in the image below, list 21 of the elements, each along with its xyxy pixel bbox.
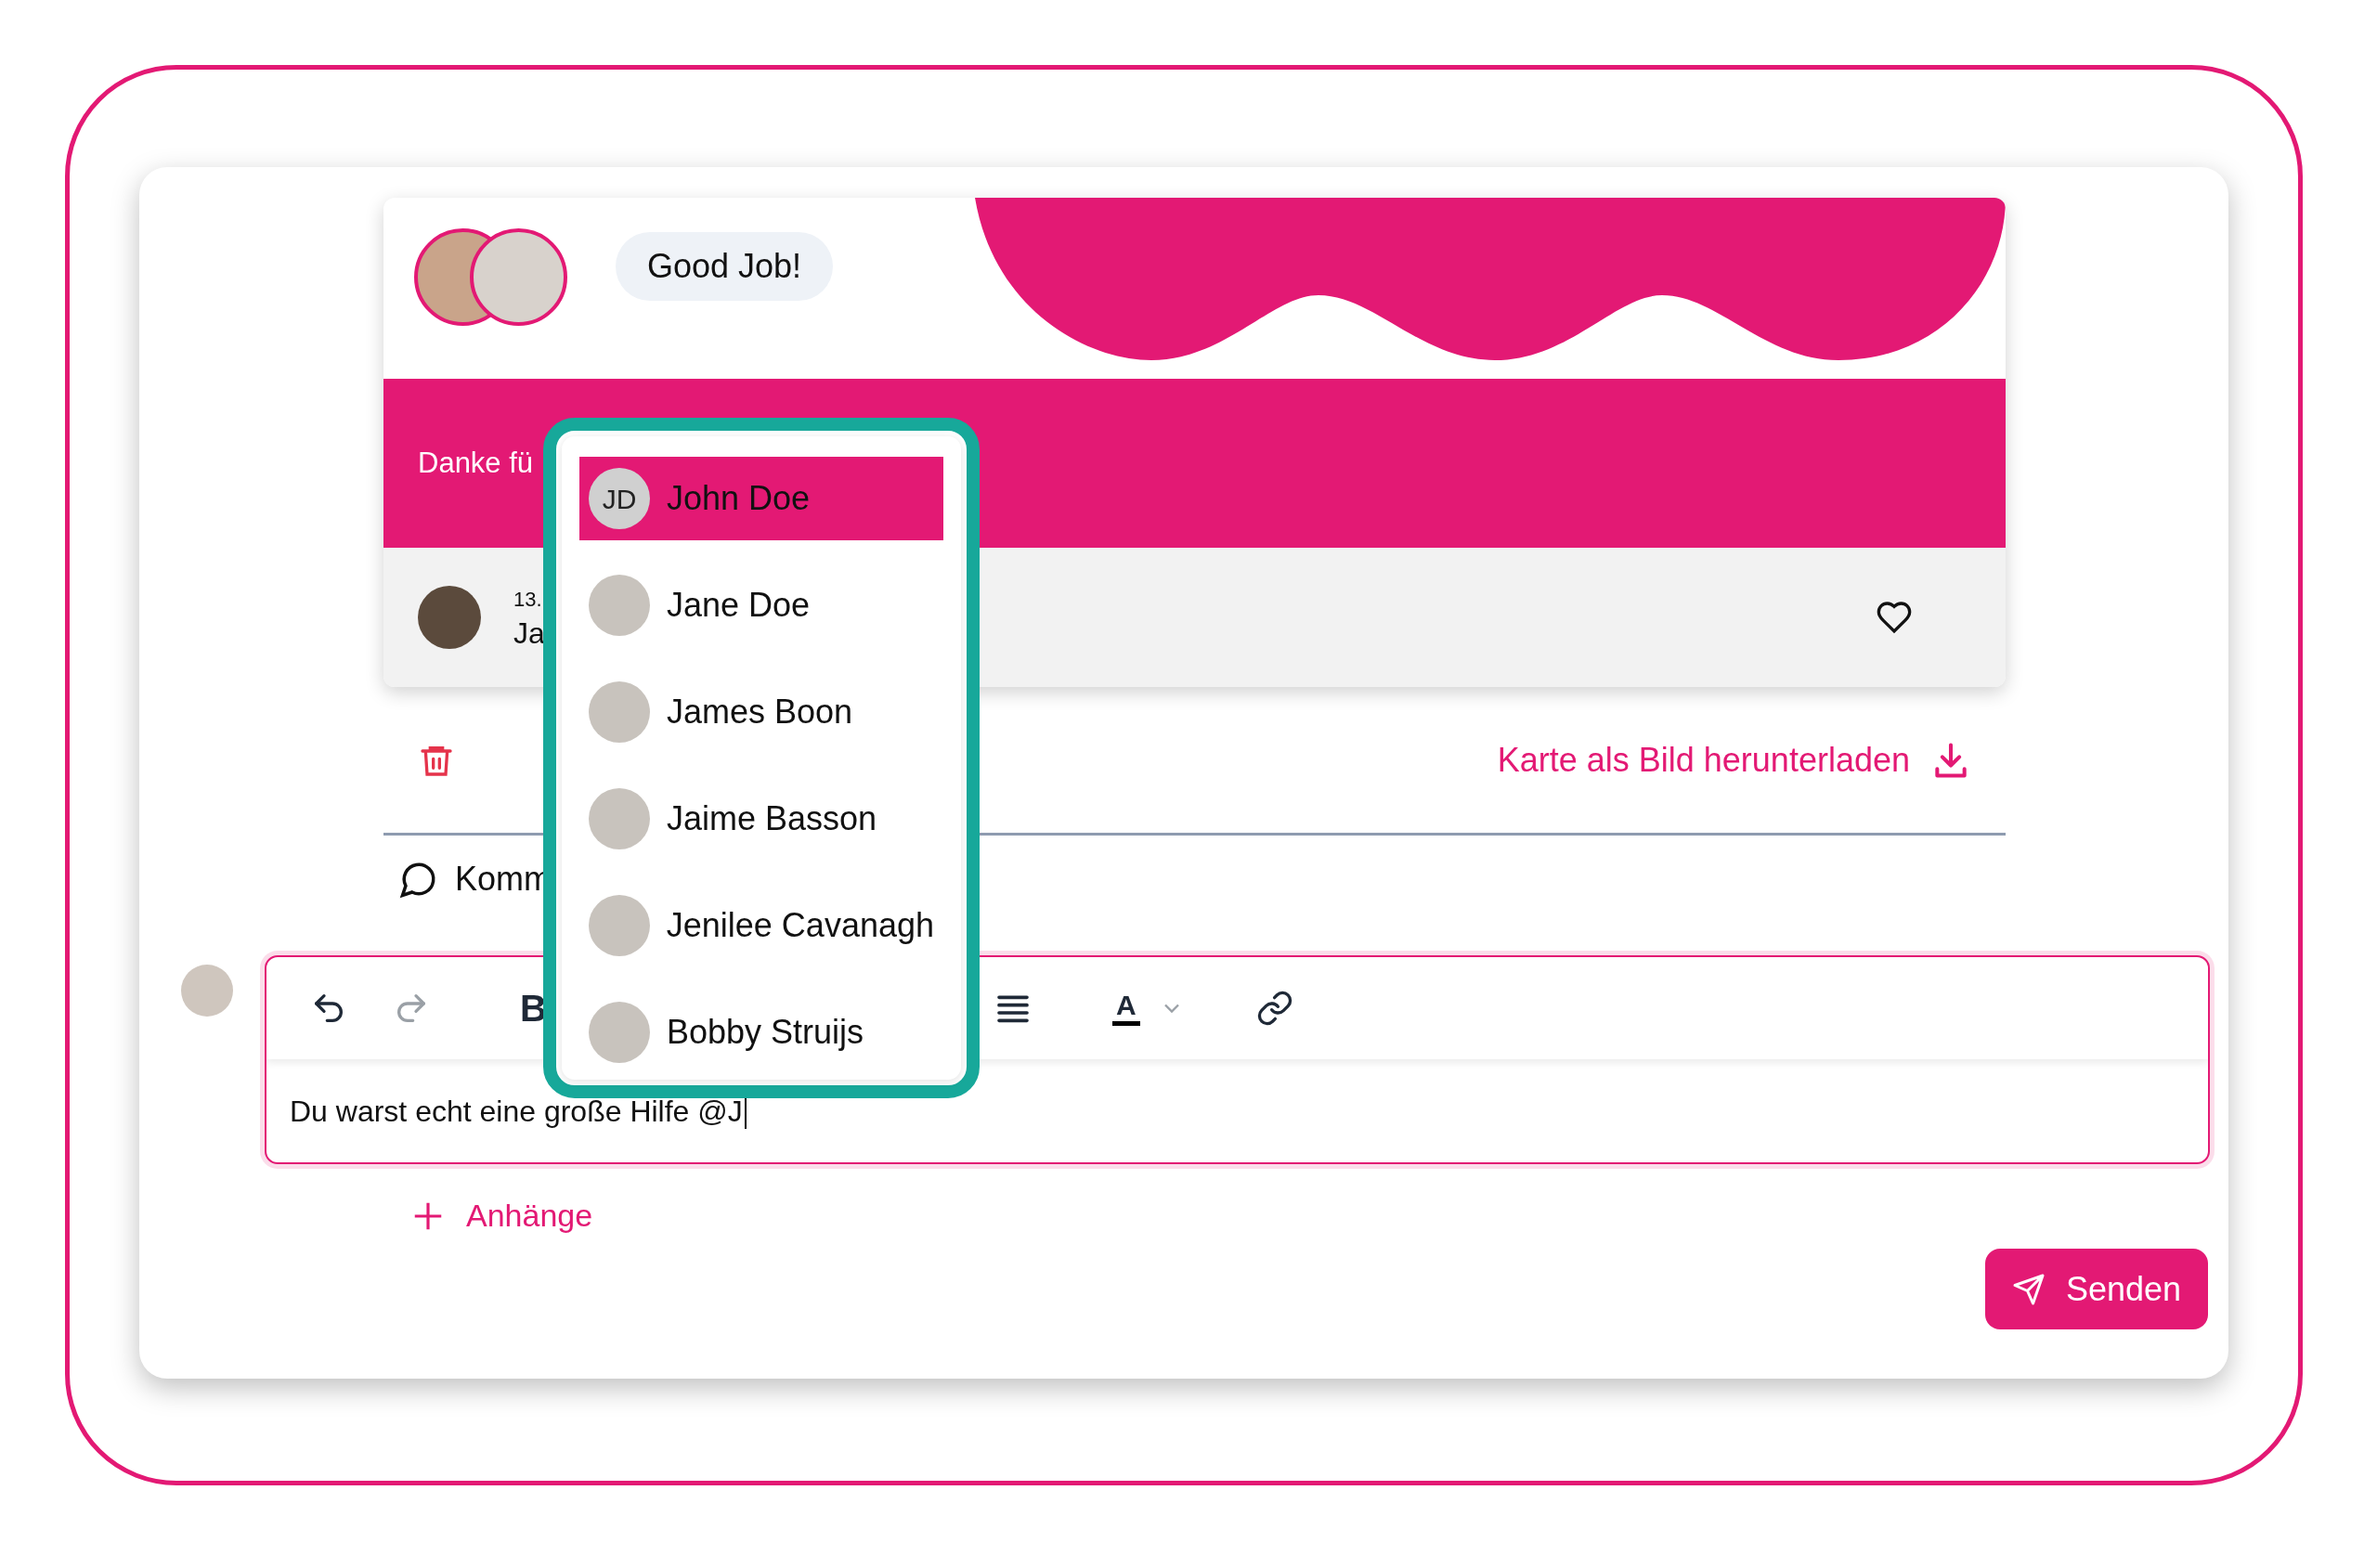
- card-author: Ja: [513, 615, 545, 652]
- bold-button[interactable]: B: [520, 990, 547, 1027]
- text-color-button[interactable]: A: [1111, 991, 1140, 1026]
- user-name: James Boon: [667, 692, 853, 732]
- link-icon: [1255, 990, 1293, 1027]
- heart-icon[interactable]: [1876, 599, 1913, 636]
- user-name: John Doe: [667, 478, 811, 519]
- send-icon: [2011, 1272, 2046, 1306]
- card-date: 13.: [513, 586, 543, 613]
- download-link[interactable]: Karte als Bild herunterladen: [1497, 734, 1971, 785]
- mention-option[interactable]: JD John Doe: [579, 457, 943, 540]
- user-name: Jenilee Cavanagh: [666, 905, 934, 946]
- card-title: Good Job!: [616, 232, 834, 301]
- attachments-button[interactable]: Anhänge: [410, 1192, 593, 1239]
- user-name: Jane Doe: [667, 585, 811, 626]
- avatar-placeholder: [181, 965, 233, 1017]
- user-name: Jaime Basson: [667, 798, 877, 839]
- send-button[interactable]: Senden: [1985, 1249, 2208, 1329]
- user-name: Bobby Struijs: [667, 1012, 864, 1053]
- card-message: Danke fü: [418, 445, 534, 481]
- initials-avatar: JD: [589, 468, 650, 529]
